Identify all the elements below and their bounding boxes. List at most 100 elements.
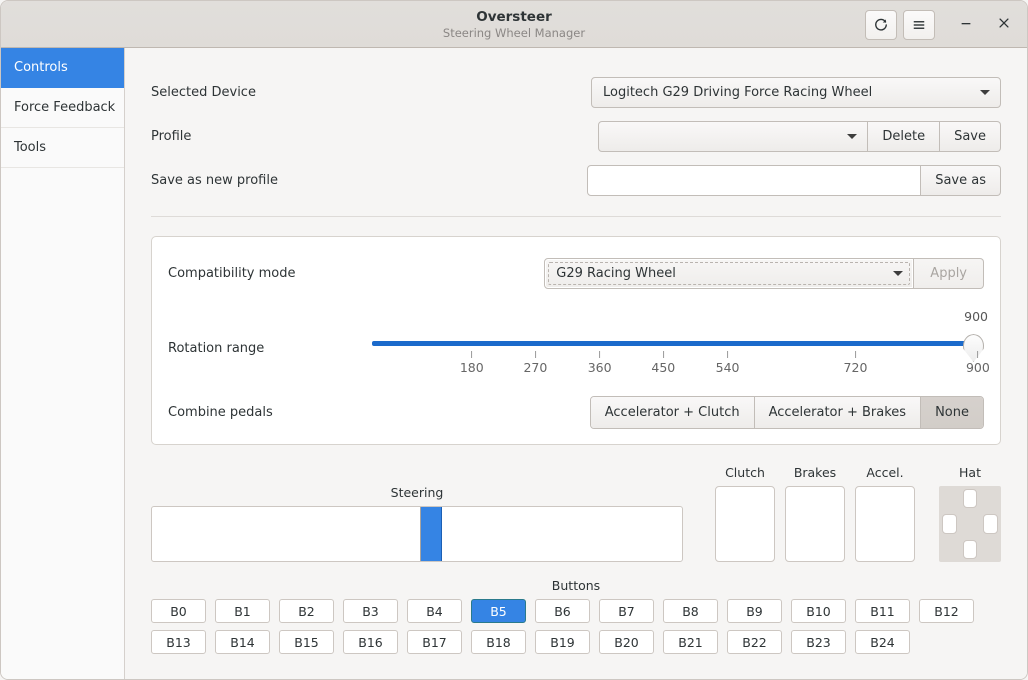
compatibility-controls: G29 Racing Wheel Apply xyxy=(544,258,984,289)
delete-profile-button[interactable]: Delete xyxy=(868,121,940,152)
chevron-down-icon xyxy=(847,134,857,139)
compatibility-value: G29 Racing Wheel xyxy=(556,266,676,281)
steering-position-indicator xyxy=(420,507,442,561)
rotation-range-value: 900 xyxy=(964,309,988,324)
save-as-button[interactable]: Save as xyxy=(921,165,1001,196)
joystick-button-b23: B23 xyxy=(791,630,846,654)
slider-track xyxy=(372,341,972,346)
joystick-button-b0: B0 xyxy=(151,599,206,623)
brakes-meter xyxy=(785,486,845,562)
tick-label: 270 xyxy=(523,360,547,375)
minimize-button[interactable] xyxy=(953,10,979,40)
tick-mark xyxy=(535,351,536,358)
joystick-button-b17: B17 xyxy=(407,630,462,654)
steering-meter xyxy=(151,506,683,562)
selected-device-dropdown[interactable]: Logitech G29 Driving Force Racing Wheel xyxy=(591,77,1001,108)
joystick-button-b8: B8 xyxy=(663,599,718,623)
joystick-button-b20: B20 xyxy=(599,630,654,654)
slider-tick: 180 xyxy=(460,351,484,375)
joystick-button-b9: B9 xyxy=(727,599,782,623)
chevron-down-icon xyxy=(893,271,903,276)
slider-tick: 360 xyxy=(588,351,612,375)
hat-right-indicator xyxy=(983,514,998,533)
buttons-row: B13 B14 B15 B16 B17 B18 B19 B20 B21 B22 … xyxy=(151,630,1001,654)
save-profile-button[interactable]: Save xyxy=(940,121,1001,152)
joystick-button-b6: B6 xyxy=(535,599,590,623)
joystick-button-b14: B14 xyxy=(215,630,270,654)
selected-device-row: Selected Device Logitech G29 Driving For… xyxy=(151,70,1001,114)
hat-label: Hat xyxy=(939,465,1001,480)
hat-left-indicator xyxy=(942,514,957,533)
joystick-button-b19: B19 xyxy=(535,630,590,654)
tick-mark xyxy=(855,351,856,358)
chevron-down-icon xyxy=(980,90,990,95)
hat-down-indicator xyxy=(963,540,978,559)
compatibility-dropdown[interactable]: G29 Racing Wheel xyxy=(544,258,914,289)
hat-up-indicator xyxy=(963,489,978,508)
clutch-label: Clutch xyxy=(715,465,775,480)
sidebar-item-force-feedback[interactable]: Force Feedback xyxy=(1,88,124,128)
combine-pedals-options: Accelerator + Clutch Accelerator + Brake… xyxy=(590,396,984,429)
brakes-label: Brakes xyxy=(785,465,845,480)
joystick-button-b16: B16 xyxy=(343,630,398,654)
profile-controls: Delete Save xyxy=(598,121,1001,152)
buttons-row: B0 B1 B2 B3 B4 B5 B6 B7 B8 B9 B10 B11 B1… xyxy=(151,599,1001,623)
steering-label: Steering xyxy=(151,485,683,500)
tick-label: 900 xyxy=(966,360,990,375)
wheel-settings-panel: Compatibility mode G29 Racing Wheel Appl… xyxy=(151,236,1001,445)
slider-tick: 900 xyxy=(966,351,990,375)
combine-pedals-accelerator-brakes[interactable]: Accelerator + Brakes xyxy=(755,397,922,428)
window-subtitle: Steering Wheel Manager xyxy=(443,26,585,40)
hat-block: Hat xyxy=(939,465,1001,562)
save-new-profile-label: Save as new profile xyxy=(151,173,587,188)
refresh-icon xyxy=(874,18,888,32)
steering-meter-block: Steering xyxy=(151,485,683,562)
section-divider xyxy=(151,216,1001,217)
combine-pedals-row: Combine pedals Accelerator + Clutch Acce… xyxy=(168,384,984,440)
minimize-icon xyxy=(959,15,973,34)
accelerator-label: Accel. xyxy=(855,465,915,480)
title-bar: Oversteer Steering Wheel Manager xyxy=(1,1,1027,48)
tick-label: 360 xyxy=(588,360,612,375)
joystick-button-b10: B10 xyxy=(791,599,846,623)
close-icon xyxy=(997,15,1011,34)
menu-button[interactable] xyxy=(903,10,935,40)
tick-label: 450 xyxy=(651,360,675,375)
apply-button[interactable]: Apply xyxy=(914,258,984,289)
profile-dropdown[interactable] xyxy=(598,121,868,152)
window-title: Oversteer xyxy=(476,9,552,25)
joystick-button-b2: B2 xyxy=(279,599,334,623)
joystick-button-b4: B4 xyxy=(407,599,462,623)
save-new-profile-controls: Save as xyxy=(587,165,1001,196)
combine-pedals-none[interactable]: None xyxy=(921,397,983,428)
tick-mark xyxy=(727,351,728,358)
tick-mark xyxy=(977,351,978,358)
combine-pedals-accelerator-clutch[interactable]: Accelerator + Clutch xyxy=(591,397,755,428)
tick-label: 720 xyxy=(844,360,868,375)
hat-cell-empty xyxy=(939,486,960,511)
buttons-section-label: Buttons xyxy=(151,578,1001,593)
hat-cell-center xyxy=(960,511,981,536)
axis-meters: Steering Clutch Brakes xyxy=(151,465,1001,562)
save-new-profile-row: Save as new profile Save as xyxy=(151,158,1001,202)
joystick-button-b7: B7 xyxy=(599,599,654,623)
accelerator-meter-block: Accel. xyxy=(855,465,915,562)
joystick-button-b21: B21 xyxy=(663,630,718,654)
joystick-button-b22: B22 xyxy=(727,630,782,654)
application-window: Oversteer Steering Wheel Manager xyxy=(0,0,1028,680)
sidebar-item-controls[interactable]: Controls xyxy=(1,48,124,88)
joystick-button-b3: B3 xyxy=(343,599,398,623)
joystick-button-b13: B13 xyxy=(151,630,206,654)
tick-mark xyxy=(663,351,664,358)
titlebar-button-group xyxy=(865,1,1017,48)
joystick-button-b12: B12 xyxy=(919,599,974,623)
refresh-button[interactable] xyxy=(865,10,897,40)
new-profile-name-input[interactable] xyxy=(587,165,921,196)
sidebar-item-tools[interactable]: Tools xyxy=(1,128,124,168)
rotation-range-slider[interactable]: 900 180 270 xyxy=(372,309,984,384)
joystick-button-b1: B1 xyxy=(215,599,270,623)
hat-cell-empty xyxy=(939,537,960,562)
tick-label: 180 xyxy=(460,360,484,375)
tick-mark xyxy=(471,351,472,358)
close-button[interactable] xyxy=(991,10,1017,40)
